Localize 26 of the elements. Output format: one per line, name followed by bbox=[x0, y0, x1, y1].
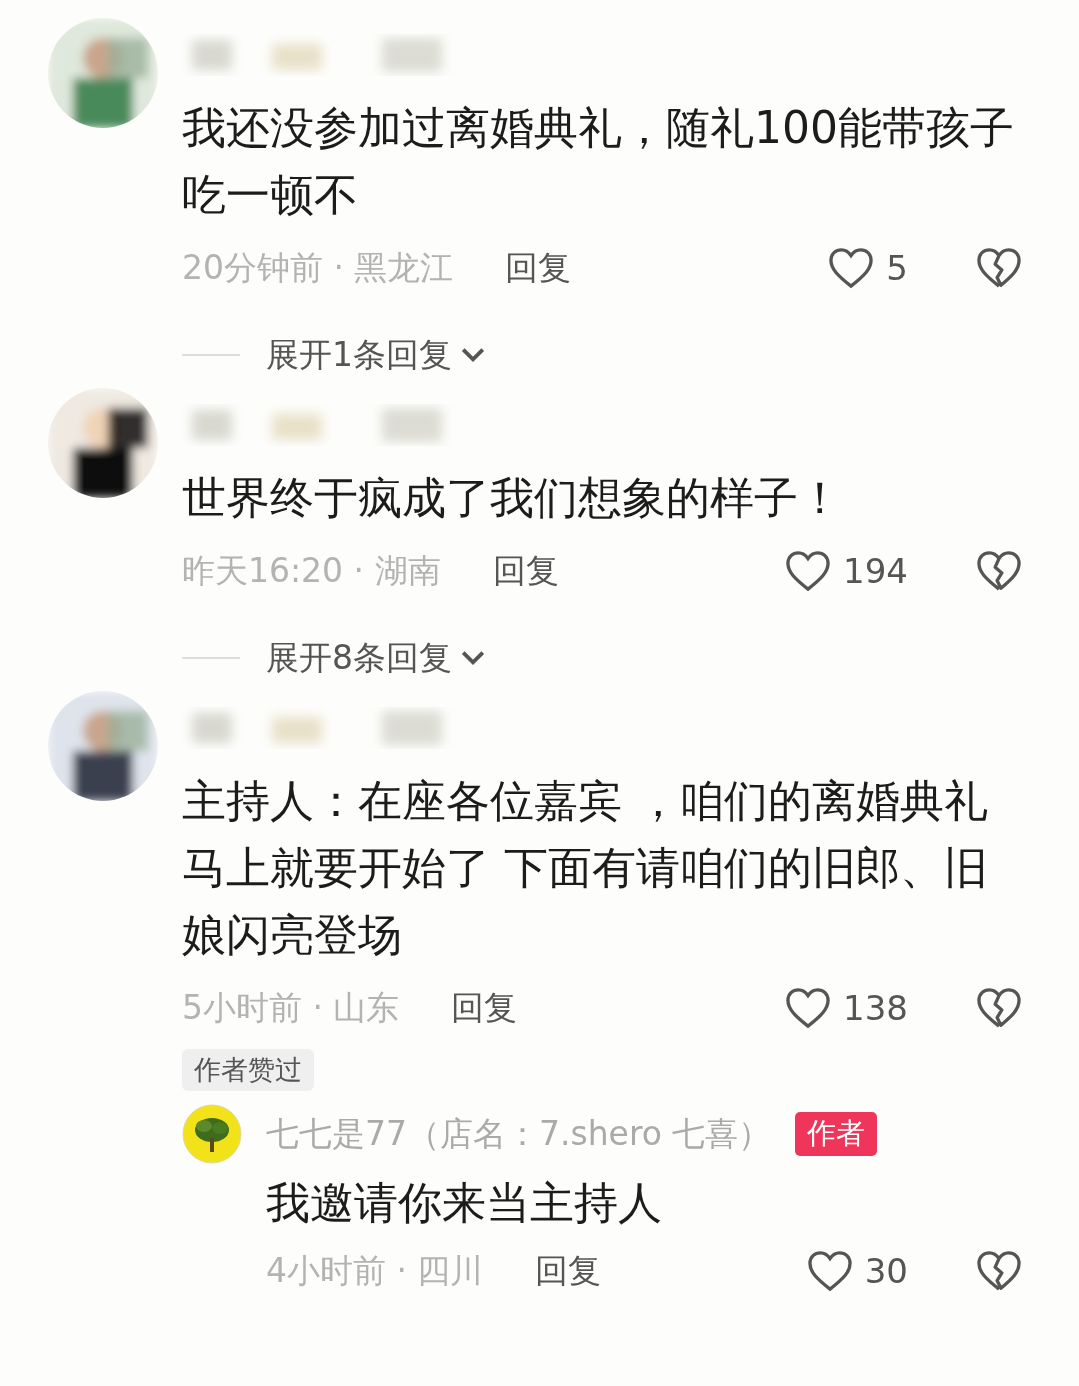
reply-button[interactable]: 回复 bbox=[492, 548, 559, 594]
chevron-down-icon bbox=[460, 346, 486, 364]
heart-icon[interactable] bbox=[806, 1250, 853, 1292]
expand-replies-button[interactable]: 展开1条回复 bbox=[266, 332, 486, 378]
like-count: 30 bbox=[864, 1251, 908, 1291]
expand-replies-button[interactable]: 展开8条回复 bbox=[266, 635, 486, 681]
comment-text: 我还没参加过离婚典礼，随礼100能带孩子吃一顿不 bbox=[182, 101, 1015, 222]
comment-time-location: 20分钟前 · 黑龙江 bbox=[182, 246, 454, 289]
chevron-down-icon bbox=[460, 649, 486, 667]
comment-text: 世界终于疯成了我们想象的样子！ bbox=[182, 471, 843, 525]
comment-text: 主持人：在座各位嘉宾 ，咱们的离婚典礼马上就要开始了 下面有请咱们的旧郎、旧娘闪亮登场 bbox=[182, 774, 989, 962]
reply-text: 我邀请你来当主持人 bbox=[266, 1176, 663, 1230]
comment-time-location: 昨天16:20 · 湖南 bbox=[182, 549, 441, 592]
heart-icon[interactable] bbox=[785, 987, 832, 1029]
reply-button[interactable]: 回复 bbox=[451, 985, 518, 1031]
author-liked-tag: 作者赞过 bbox=[182, 1049, 314, 1091]
heart-icon[interactable] bbox=[785, 550, 832, 592]
comment-time-location: 4小时前 · 四川 bbox=[266, 1249, 484, 1292]
comment-time-location: 5小时前 · 山东 bbox=[182, 986, 400, 1029]
reply-button[interactable]: 回复 bbox=[505, 245, 572, 291]
reply-button[interactable]: 回复 bbox=[535, 1248, 602, 1294]
like-count: 138 bbox=[843, 988, 908, 1028]
author-badge: 作者 bbox=[795, 1112, 878, 1156]
heart-icon[interactable] bbox=[828, 247, 875, 289]
like-count: 194 bbox=[843, 551, 908, 591]
like-count: 5 bbox=[886, 248, 908, 288]
